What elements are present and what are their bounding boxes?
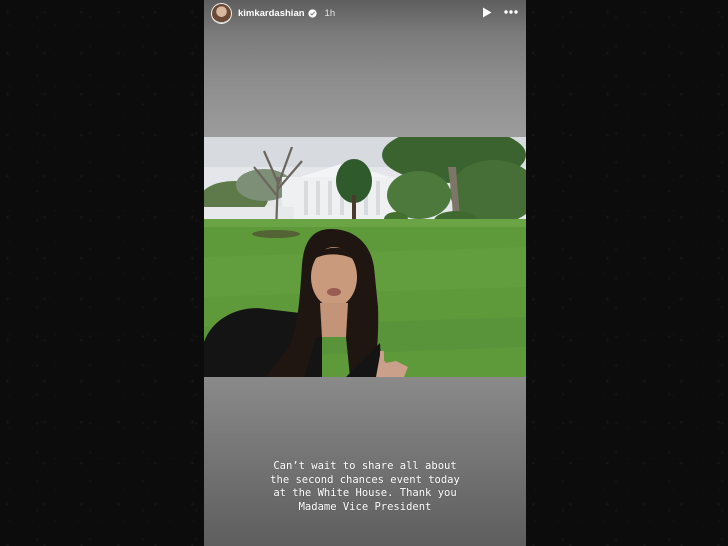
profile-avatar[interactable] [211,2,232,24]
verified-badge-icon [307,8,317,18]
story-viewer[interactable]: kimkardashian 1h Can’t wait to share all… [204,0,526,546]
play-icon[interactable] [482,7,492,18]
story-header: kimkardashian 1h [204,0,526,26]
dark-texture-right [526,0,728,546]
story-timestamp: 1h [324,7,336,19]
story-caption: Can’t wait to share all about the second… [270,460,460,513]
story-photo [204,137,526,377]
dark-texture-left [0,0,204,546]
username[interactable]: kimkardashian [238,8,305,19]
more-options-icon[interactable] [503,6,519,18]
